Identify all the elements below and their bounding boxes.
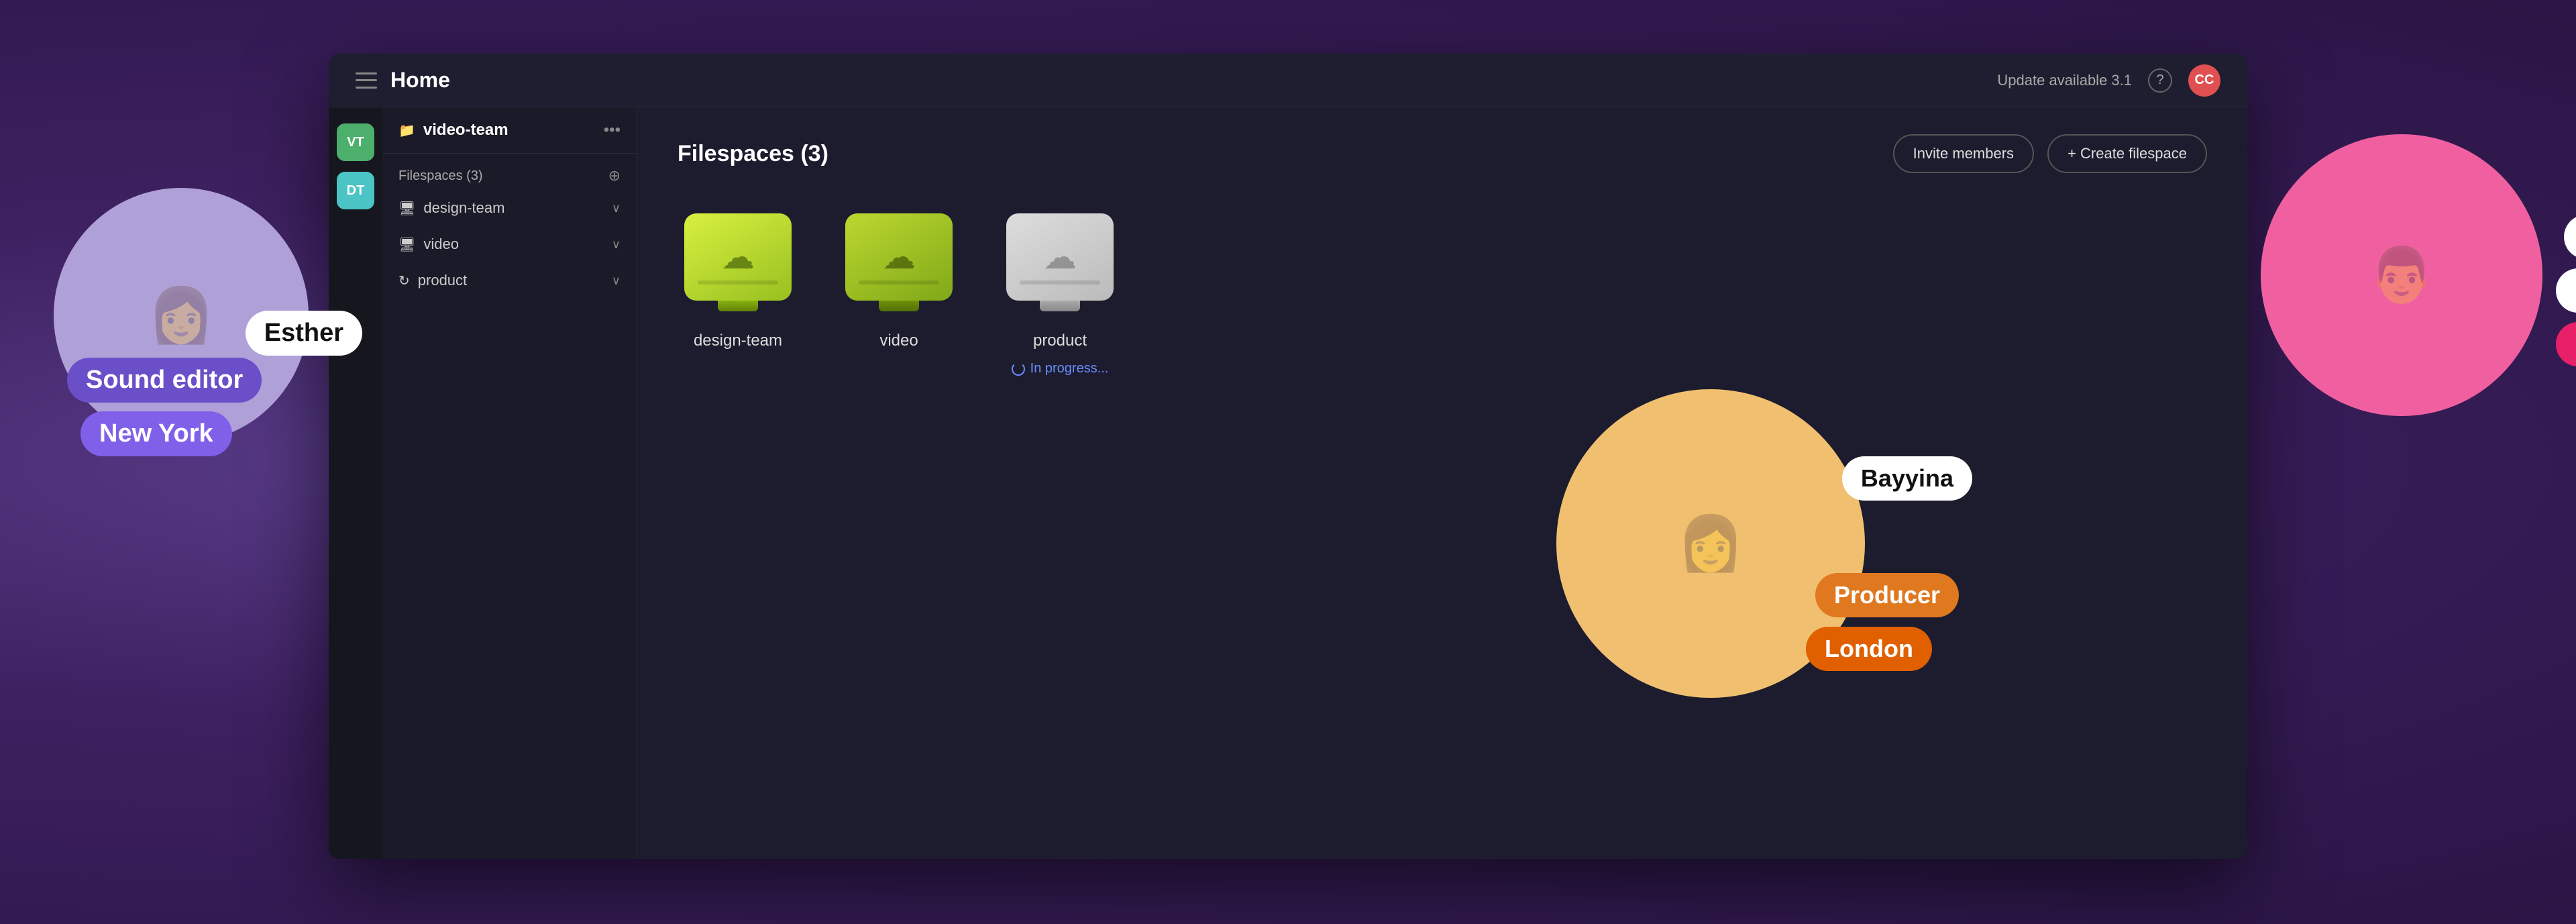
card-name-product: product (1033, 331, 1087, 350)
title-bar: Home Update available 3.1 ? CC (329, 54, 2247, 107)
add-filespace-icon[interactable]: ⊕ (608, 167, 621, 185)
card-name-video: video (879, 331, 918, 350)
workspace-icon-vt[interactable]: VT (337, 123, 374, 161)
sidebar-item-video[interactable]: 🖥 video ∨ (382, 226, 637, 262)
bayyina-role-tag: Producer (1815, 573, 1959, 617)
esther-role-tag: Sound editor (67, 358, 262, 403)
file-sidebar-header: 📁 video-team ••• (382, 107, 637, 154)
esther-location-tag: New York (80, 411, 232, 456)
filespace-title: Filespaces (3) (678, 141, 828, 167)
bayyina-role-label: Producer (1834, 581, 1940, 609)
drive-connector-design (718, 301, 758, 311)
drive-icon-video: ☁ (839, 213, 959, 321)
andrew-photo: 👨 (2261, 134, 2542, 416)
sidebar-label-product: product (418, 272, 604, 289)
filespaces-count: Filespaces (3) (398, 168, 483, 184)
esther-location-label: New York (99, 419, 213, 448)
andrew-role-tag: Editor (2556, 268, 2576, 313)
drive-icon-video: 🖥 (398, 236, 415, 253)
andrew-location-tag: Boston (2556, 322, 2576, 366)
andrew-photo-container: 👨 Andrew Editor Boston (2261, 134, 2542, 416)
filespace-main: Filespaces (3) Invite members + Create f… (637, 107, 2247, 859)
create-filespace-button[interactable]: + Create filespace (2047, 134, 2207, 173)
sidebar-label-video: video (423, 236, 603, 253)
title-bar-left: Home (356, 68, 450, 93)
drive-icon-design-team: ☁ (678, 213, 798, 321)
filespace-grid: ☁ design-team ☁ (678, 213, 2207, 376)
sidebar-toggle-icon[interactable] (356, 72, 377, 89)
workspace-bar: VT DT (329, 107, 382, 859)
help-icon[interactable]: ? (2148, 68, 2172, 93)
app-window: Home Update available 3.1 ? CC VT DT 📁 v… (329, 54, 2247, 859)
sidebar-item-design-team[interactable]: 🖥 design-team ∨ (382, 190, 637, 226)
bayyina-location-tag: London (1806, 627, 1932, 671)
user-avatar[interactable]: CC (2188, 64, 2220, 97)
drive-body-video: ☁ (845, 213, 953, 301)
drive-icon-product: ↻ (398, 272, 410, 289)
drive-connector-product (1040, 301, 1080, 311)
filespace-header: Filespaces (3) Invite members + Create f… (678, 134, 2207, 173)
drive-connector-video (879, 301, 919, 311)
workspace-icon-dt[interactable]: DT (337, 172, 374, 209)
status-label-product: In progress... (1030, 361, 1109, 376)
filespace-card-design[interactable]: ☁ design-team (678, 213, 798, 376)
chevron-icon-product: ∨ (612, 274, 621, 288)
andrew-card: 👨 Andrew Editor Boston (2261, 134, 2542, 416)
spinner-icon (1012, 362, 1025, 376)
filespace-card-product[interactable]: ☁ product In progress... (1000, 213, 1120, 376)
drive-icon-product: ☁ (1000, 213, 1120, 321)
andrew-avatar: 👨 (2261, 134, 2542, 416)
drive-stripe-design (698, 280, 778, 285)
bayyina-card: 👩 Bayyina Producer London (1556, 389, 1865, 698)
file-sidebar: 📁 video-team ••• Filespaces (3) ⊕ 🖥 desi… (382, 107, 637, 859)
filespaces-section: Filespaces (3) ⊕ 🖥 design-team ∨ 🖥 video… (382, 154, 637, 307)
cloud-icon-video: ☁ (882, 240, 916, 274)
team-icon: 📁 (398, 122, 415, 139)
esther-card: 👩 Esther Sound editor New York (54, 188, 309, 443)
bayyina-name-tag: Bayyina (1842, 456, 1972, 501)
chevron-icon-video: ∨ (612, 238, 621, 252)
cloud-icon-product: ☁ (1043, 240, 1077, 274)
bayyina-location-label: London (1825, 635, 1913, 662)
sidebar-item-product[interactable]: ↻ product ∨ (382, 262, 637, 299)
filespaces-label: Filespaces (3) ⊕ (382, 162, 637, 190)
card-name-design: design-team (694, 331, 782, 350)
esther-role-label: Sound editor (86, 366, 243, 394)
window-title: Home (390, 68, 450, 93)
esther-photo-container: 👩 Esther Sound editor New York (54, 188, 309, 443)
drive-stripe-video (859, 280, 939, 285)
drive-body-product: ☁ (1006, 213, 1114, 301)
cloud-icon-design: ☁ (721, 240, 755, 274)
sidebar-label-design: design-team (423, 199, 603, 217)
drive-stripe-product (1020, 280, 1100, 285)
drive-body-design: ☁ (684, 213, 792, 301)
more-options-icon[interactable]: ••• (604, 121, 621, 140)
team-name: video-team (423, 121, 596, 140)
chevron-icon-design: ∨ (612, 201, 621, 215)
drive-icon-design: 🖥 (398, 200, 415, 217)
title-bar-right: Update available 3.1 ? CC (1997, 64, 2220, 97)
bayyina-photo-container: 👩 Bayyina Producer London (1556, 389, 1865, 698)
header-actions: Invite members + Create filespace (1893, 134, 2207, 173)
andrew-name-tag: Andrew (2564, 215, 2576, 259)
bayyina-name-label: Bayyina (1861, 464, 1953, 492)
esther-name-label: Esther (264, 319, 343, 347)
update-badge: Update available 3.1 (1997, 72, 2132, 89)
filespace-card-video[interactable]: ☁ video (839, 213, 959, 376)
invite-members-button[interactable]: Invite members (1893, 134, 2034, 173)
esther-name-tag: Esther (246, 311, 362, 356)
card-status-product: In progress... (1012, 361, 1109, 376)
